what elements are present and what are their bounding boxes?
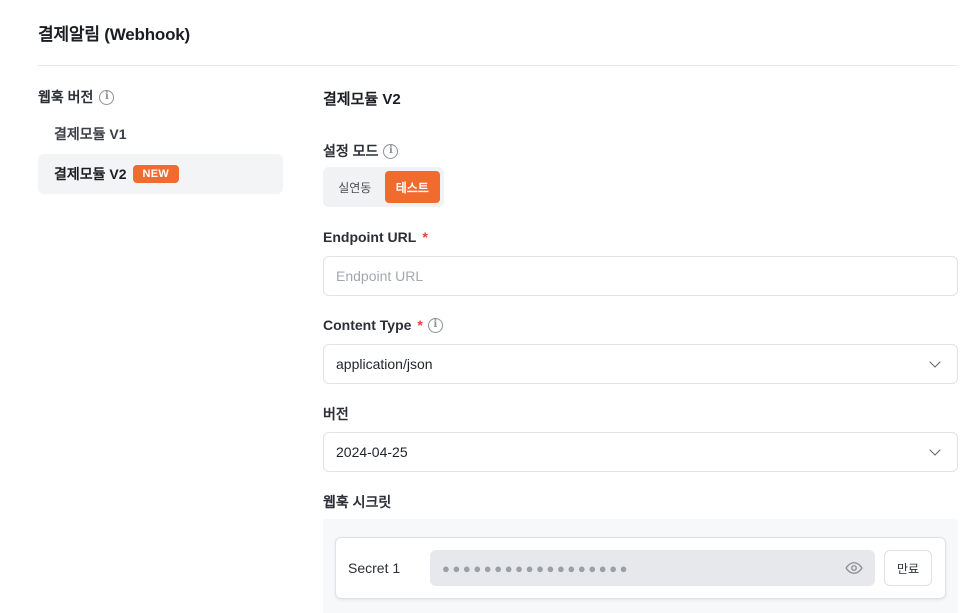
version-value: 2024-04-25 bbox=[336, 444, 408, 460]
info-icon[interactable]: i bbox=[383, 143, 399, 159]
info-icon[interactable]: i bbox=[99, 89, 115, 105]
secret-row: Secret 1 ●●●●●●●●●●●●●●●●●● 만료 bbox=[335, 537, 946, 599]
content-type-select[interactable]: application/json bbox=[323, 344, 958, 384]
secret-name: Secret 1 bbox=[348, 560, 401, 576]
sidebar-item-v1[interactable]: 결제모듈 V1 bbox=[38, 114, 283, 154]
required-mark: * bbox=[417, 317, 423, 333]
endpoint-label-text: Endpoint URL bbox=[323, 229, 417, 245]
chevron-down-icon bbox=[929, 444, 941, 456]
sidebar-item-v2[interactable]: 결제모듈 V2 NEW bbox=[38, 154, 283, 194]
chevron-down-icon bbox=[929, 356, 941, 368]
required-mark: * bbox=[422, 229, 428, 245]
content-type-label: Content Type * i bbox=[323, 317, 443, 333]
section-title: 결제모듈 V2 bbox=[323, 91, 401, 108]
mode-toggle: 실연동 테스트 bbox=[323, 167, 444, 207]
secret-value-field[interactable]: ●●●●●●●●●●●●●●●●●● bbox=[430, 550, 875, 586]
secret-label-text: 웹훅 시크릿 bbox=[323, 494, 392, 510]
expire-button[interactable]: 만료 bbox=[884, 550, 932, 586]
content-type-value: application/json bbox=[336, 356, 433, 372]
header-divider bbox=[38, 65, 958, 66]
version-label: 버전 bbox=[323, 404, 349, 424]
mode-option-live[interactable]: 실연동 bbox=[327, 171, 383, 203]
page-title: 결제알림 (Webhook) bbox=[38, 25, 190, 44]
info-icon[interactable]: i bbox=[427, 317, 443, 333]
sidebar-heading-label: 웹훅 버전 bbox=[38, 89, 94, 105]
sidebar-heading: 웹훅 버전 i bbox=[38, 87, 115, 107]
version-label-text: 버전 bbox=[323, 406, 349, 422]
sidebar-item-label: 결제모듈 V2 bbox=[54, 166, 127, 182]
secret-masked-value: ●●●●●●●●●●●●●●●●●● bbox=[442, 560, 631, 576]
endpoint-label: Endpoint URL * bbox=[323, 229, 428, 245]
sidebar-item-label: 결제모듈 V1 bbox=[54, 126, 127, 142]
secret-label: 웹훅 시크릿 bbox=[323, 492, 391, 512]
mode-option-test[interactable]: 테스트 bbox=[384, 171, 440, 203]
endpoint-url-input[interactable]: Endpoint URL bbox=[323, 256, 958, 296]
endpoint-url-placeholder: Endpoint URL bbox=[336, 268, 424, 284]
secret-panel: Secret 1 ●●●●●●●●●●●●●●●●●● 만료 bbox=[323, 519, 958, 613]
mode-label: 설정 모드 i bbox=[323, 141, 399, 161]
version-select[interactable]: 2024-04-25 bbox=[323, 432, 958, 472]
content-type-label-text: Content Type bbox=[323, 317, 412, 333]
mode-label-text: 설정 모드 bbox=[323, 143, 379, 159]
eye-icon[interactable] bbox=[845, 559, 863, 577]
new-badge: NEW bbox=[132, 165, 180, 183]
